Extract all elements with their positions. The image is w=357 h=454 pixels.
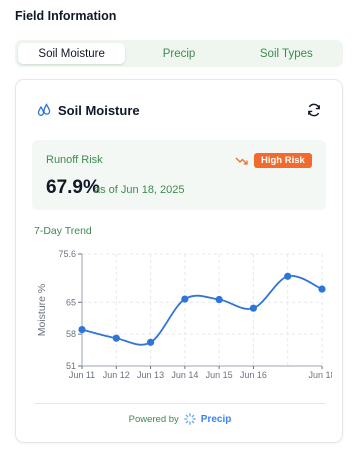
data-point bbox=[181, 295, 189, 303]
refresh-icon[interactable] bbox=[306, 102, 322, 118]
trend-title: 7-Day Trend bbox=[34, 225, 92, 237]
tab-soil-moisture[interactable]: Soil Moisture bbox=[18, 43, 126, 64]
x-tick-label: Jun 12 bbox=[103, 370, 130, 380]
runoff-risk-label: Runoff Risk bbox=[46, 154, 103, 166]
data-point bbox=[284, 272, 292, 280]
data-point bbox=[112, 334, 120, 342]
y-tick-label: 65 bbox=[66, 297, 76, 307]
trending-down-icon bbox=[235, 157, 248, 165]
x-tick-label: Jun 15 bbox=[206, 370, 233, 380]
data-point bbox=[318, 285, 326, 293]
moisture-trend-chart: 75.6655851Jun 11 Jun 12 Jun 13 Jun 14 Jun 15… bbox=[36, 249, 332, 380]
y-axis-label: Moisture % bbox=[36, 284, 48, 337]
runoff-risk-panel: Runoff Risk High Risk 67.9% as of Jun 18… bbox=[32, 140, 326, 210]
tab-bar: Soil Moisture Precip Soil Types bbox=[15, 40, 343, 67]
page-title: Field Information bbox=[15, 9, 117, 23]
x-tick-label: Jun 14 bbox=[171, 370, 198, 380]
divider bbox=[34, 403, 326, 404]
powered-by-label: Powered by bbox=[128, 413, 179, 425]
tab-soil-types[interactable]: Soil Types bbox=[233, 43, 340, 64]
data-point bbox=[215, 295, 223, 304]
x-tick-label: Jun 11 bbox=[69, 370, 95, 380]
footer: Powered by Precip bbox=[16, 413, 344, 425]
x-tick-label: Jun 18 bbox=[308, 370, 332, 380]
spinner-icon bbox=[183, 413, 196, 425]
card-header: Soil Moisture bbox=[36, 102, 140, 118]
runoff-risk-date: as of Jun 18, 2025 bbox=[94, 184, 185, 196]
soil-moisture-card: Soil Moisture Runoff Risk High Risk 67.9… bbox=[15, 79, 343, 443]
data-point bbox=[78, 325, 86, 334]
tab-precip[interactable]: Precip bbox=[125, 43, 232, 64]
risk-badge: High Risk bbox=[254, 153, 312, 168]
x-tick-label: Jun 13 bbox=[137, 370, 164, 380]
precip-brand-link[interactable]: Precip bbox=[201, 414, 232, 425]
data-point bbox=[249, 304, 258, 312]
runoff-risk-value: 67.9% bbox=[46, 177, 100, 198]
water-drops-icon bbox=[37, 103, 51, 116]
y-tick-label: 75.6 bbox=[58, 249, 76, 259]
y-tick-label: 58 bbox=[66, 329, 76, 339]
card-title: Soil Moisture bbox=[58, 102, 140, 118]
x-tick-label: Jun 16 bbox=[240, 370, 267, 380]
data-point bbox=[146, 338, 155, 346]
